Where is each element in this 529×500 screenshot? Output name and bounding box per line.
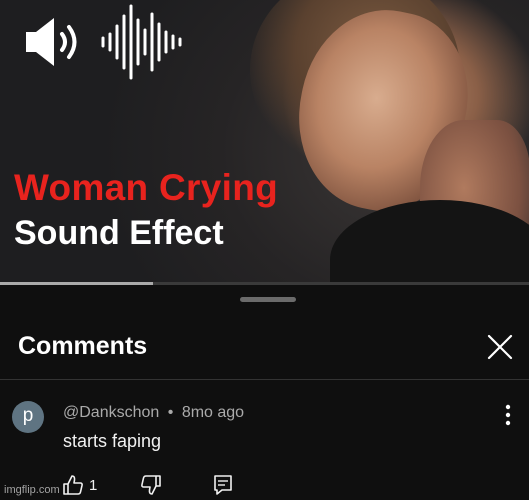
sound-wave-icon: [101, 4, 182, 80]
thumbnail-title-line1: Woman Crying: [14, 167, 278, 208]
reply-icon[interactable]: [213, 474, 233, 496]
meta-separator: •: [167, 404, 174, 421]
comment-author[interactable]: @Dankschon: [63, 404, 159, 421]
comment-meta: @Dankschon • 8mo ago: [63, 404, 244, 422]
thumbnail-title: Woman Crying Sound Effect: [14, 167, 278, 252]
thumbs-up-icon[interactable]: [62, 474, 84, 496]
drag-handle[interactable]: [240, 297, 296, 302]
comments-title: Comments: [18, 332, 148, 360]
comment-text: starts faping: [63, 431, 162, 451]
thumbs-down-icon[interactable]: [140, 474, 162, 496]
like-count: 1: [89, 477, 98, 494]
speaker-icon: [26, 18, 77, 66]
video-player[interactable]: Woman Crying Sound Effect: [0, 0, 529, 284]
thumbnail-title-line2: Sound Effect: [14, 213, 224, 252]
avatar[interactable]: p: [12, 401, 44, 433]
watermark: imgflip.com: [4, 484, 60, 496]
comment-age: 8mo ago: [181, 404, 245, 421]
close-icon[interactable]: [484, 331, 516, 363]
comments-panel: Comments p @Dankschon • 8mo ago starts f…: [0, 285, 529, 500]
comment-item: p @Dankschon • 8mo ago starts faping 1: [0, 380, 529, 500]
thumbnail-shoulder: [330, 200, 529, 284]
more-vert-icon[interactable]: [500, 402, 516, 428]
